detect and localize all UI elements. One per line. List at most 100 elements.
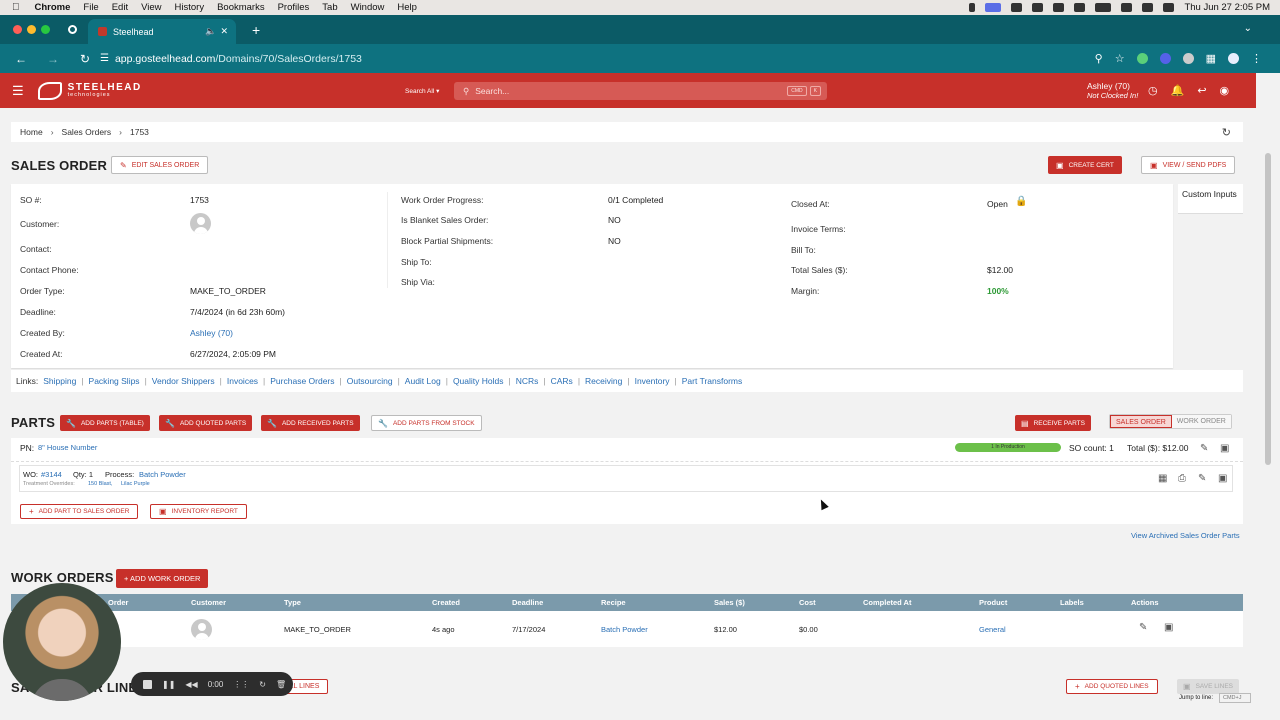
browser-menu-icon[interactable]: ⋮ [1251, 52, 1262, 65]
view-archived-parts-link[interactable]: View Archived Sales Order Parts [1131, 531, 1240, 540]
col-labels[interactable]: Labels [1060, 598, 1084, 607]
qr-code-icon[interactable]: ▦ [1158, 473, 1167, 484]
reload-icon[interactable]: ↻ [74, 52, 96, 66]
bookmark-star-icon[interactable]: ☆ [1115, 52, 1125, 65]
link-vendor-shippers[interactable]: Vendor Shippers [152, 376, 215, 386]
chevron-down-icon[interactable]: ⌄ [1244, 23, 1252, 34]
link-cars[interactable]: CARs [551, 376, 573, 386]
refresh-icon[interactable]: ↻ [1222, 126, 1231, 139]
add-work-order-button[interactable]: + ADD WORK ORDER [116, 569, 209, 588]
toggle-work-order[interactable]: WORK ORDER [1171, 415, 1231, 428]
row-product-link[interactable]: General [979, 625, 1006, 634]
forward-icon[interactable]: → [42, 52, 64, 66]
screen-share-icon[interactable] [985, 3, 1002, 12]
menu-bookmarks[interactable]: Bookmarks [217, 2, 265, 13]
link-ncrs[interactable]: NCRs [516, 376, 539, 386]
control-center-icon[interactable] [1163, 3, 1175, 12]
table-row[interactable]: MAKE_TO_ORDER 4s ago 7/17/2024 Batch Pow… [11, 611, 1243, 647]
add-parts-table-button[interactable]: 🔧 ADD PARTS (TABLE) [60, 415, 150, 431]
col-deadline[interactable]: Deadline [512, 598, 543, 607]
edit-work-order-icon[interactable]: ✎ [1139, 622, 1147, 633]
menu-extra-icon[interactable] [1032, 3, 1044, 12]
close-tab-icon[interactable]: ✕ [220, 26, 228, 37]
inventory-report-button[interactable]: ▣ INVENTORY REPORT [150, 504, 247, 519]
clock[interactable]: Thu Jun 27 2:05 PM [1184, 2, 1270, 13]
col-type[interactable]: Type [284, 598, 301, 607]
address-bar[interactable]: app.gosteelhead.com/Domains/70/SalesOrde… [115, 53, 362, 65]
process-link[interactable]: Batch Powder [139, 470, 186, 479]
page-scrollbar[interactable] [1256, 73, 1280, 720]
menu-extra-icon[interactable] [1053, 3, 1065, 12]
edit-work-order-icon[interactable]: ✎ [1198, 473, 1206, 484]
link-outsourcing[interactable]: Outsourcing [347, 376, 393, 386]
edit-sales-order-button[interactable]: ✎ EDIT SALES ORDER [111, 156, 209, 174]
col-customer[interactable]: Customer [191, 598, 226, 607]
menu-app-name[interactable]: Chrome [35, 2, 71, 13]
link-inventory[interactable]: Inventory [635, 376, 670, 386]
extension-icon[interactable] [1182, 53, 1194, 64]
add-quoted-parts-button[interactable]: 🔧 ADD QUOTED PARTS [159, 415, 253, 431]
override-blast-link[interactable]: 150 Blast, [88, 481, 112, 487]
global-search-input[interactable]: ⚲ Search... CMD K [454, 82, 827, 100]
link-purchase-orders[interactable]: Purchase Orders [270, 376, 334, 386]
menu-tab[interactable]: Tab [322, 2, 337, 13]
user-info[interactable]: Ashley (70) Not Clocked In! [1087, 81, 1138, 101]
zoom-icon[interactable]: ⚲ [1095, 52, 1103, 65]
edit-part-icon[interactable]: ✎ [1200, 443, 1208, 454]
menu-window[interactable]: Window [351, 2, 385, 13]
battery-icon[interactable] [1095, 3, 1112, 12]
wifi-icon[interactable] [1121, 3, 1133, 12]
menu-extra-icon[interactable] [1011, 3, 1023, 12]
col-cost[interactable]: Cost [799, 598, 816, 607]
col-order[interactable]: Order [108, 598, 128, 607]
toggle-sales-order[interactable]: SALES ORDER [1110, 415, 1172, 428]
drag-handle-icon[interactable]: ⋮⋮ [233, 680, 249, 689]
view-send-pdfs-button[interactable]: ▣ VIEW / SEND PDFS [1141, 156, 1236, 174]
link-receiving[interactable]: Receiving [585, 376, 622, 386]
receive-parts-button[interactable]: ▤ RECEIVE PARTS [1015, 415, 1091, 431]
archive-work-order-icon[interactable]: ▣ [1164, 622, 1173, 633]
link-quality-holds[interactable]: Quality Holds [453, 376, 504, 386]
link-packing-slips[interactable]: Packing Slips [89, 376, 140, 386]
stop-recording-icon[interactable] [143, 679, 152, 689]
link-shipping[interactable]: Shipping [43, 376, 76, 386]
zoom-window-icon[interactable] [41, 25, 50, 34]
scroll-thumb[interactable] [1265, 153, 1271, 465]
tab-custom-inputs[interactable]: Custom Inputs [1178, 184, 1243, 214]
jump-to-line-input[interactable]: CMD+J [1219, 693, 1251, 703]
row-recipe-link[interactable]: Batch Powder [601, 625, 648, 634]
print-icon[interactable]: ⎙ [1178, 473, 1186, 484]
col-actions[interactable]: Actions [1131, 598, 1159, 607]
customer-avatar[interactable] [190, 213, 211, 234]
col-completed-at[interactable]: Completed At [863, 598, 911, 607]
created-by-link[interactable]: Ashley (70) [190, 328, 233, 338]
restart-icon[interactable]: ↻ [259, 680, 266, 689]
parts-view-toggle[interactable]: SALES ORDER WORK ORDER [1109, 414, 1232, 429]
menu-file[interactable]: File [83, 2, 98, 13]
camera-icon[interactable]: ◉ [1220, 84, 1230, 97]
site-info-icon[interactable]: ☰ [100, 53, 109, 64]
extension-icon[interactable] [1159, 53, 1171, 64]
speaker-icon[interactable]: 🔈 [205, 26, 216, 37]
menu-edit[interactable]: Edit [112, 2, 128, 13]
back-icon[interactable]: ← [10, 52, 32, 66]
tab-steelhead[interactable]: Steelhead 🔈 ✕ [88, 19, 236, 44]
profile-avatar-icon[interactable] [1228, 53, 1239, 64]
work-order-link[interactable]: #3144 [41, 470, 62, 479]
add-parts-from-stock-button[interactable]: 🔧 ADD PARTS FROM STOCK [371, 415, 482, 431]
new-tab-icon[interactable]: + [252, 22, 260, 38]
open-work-order-icon[interactable]: ▣ [1218, 473, 1227, 484]
col-product[interactable]: Product [979, 598, 1007, 607]
menu-history[interactable]: History [175, 2, 205, 13]
link-part-transforms[interactable]: Part Transforms [682, 376, 742, 386]
hamburger-menu-icon[interactable]: ☰ [12, 83, 24, 99]
extension-icon[interactable] [1136, 53, 1148, 64]
breadcrumb-home[interactable]: Home [20, 127, 43, 137]
save-lines-button[interactable]: ▣ SAVE LINES [1177, 679, 1240, 694]
time-clock-icon[interactable]: ◷ [1148, 84, 1158, 97]
pause-icon[interactable]: ❚❚ [162, 680, 175, 689]
trash-icon[interactable]: 🗑 [276, 680, 286, 689]
breadcrumb-sales-orders[interactable]: Sales Orders [62, 127, 112, 137]
menu-profiles[interactable]: Profiles [278, 2, 310, 13]
logout-icon[interactable]: ↩ [1197, 84, 1206, 97]
